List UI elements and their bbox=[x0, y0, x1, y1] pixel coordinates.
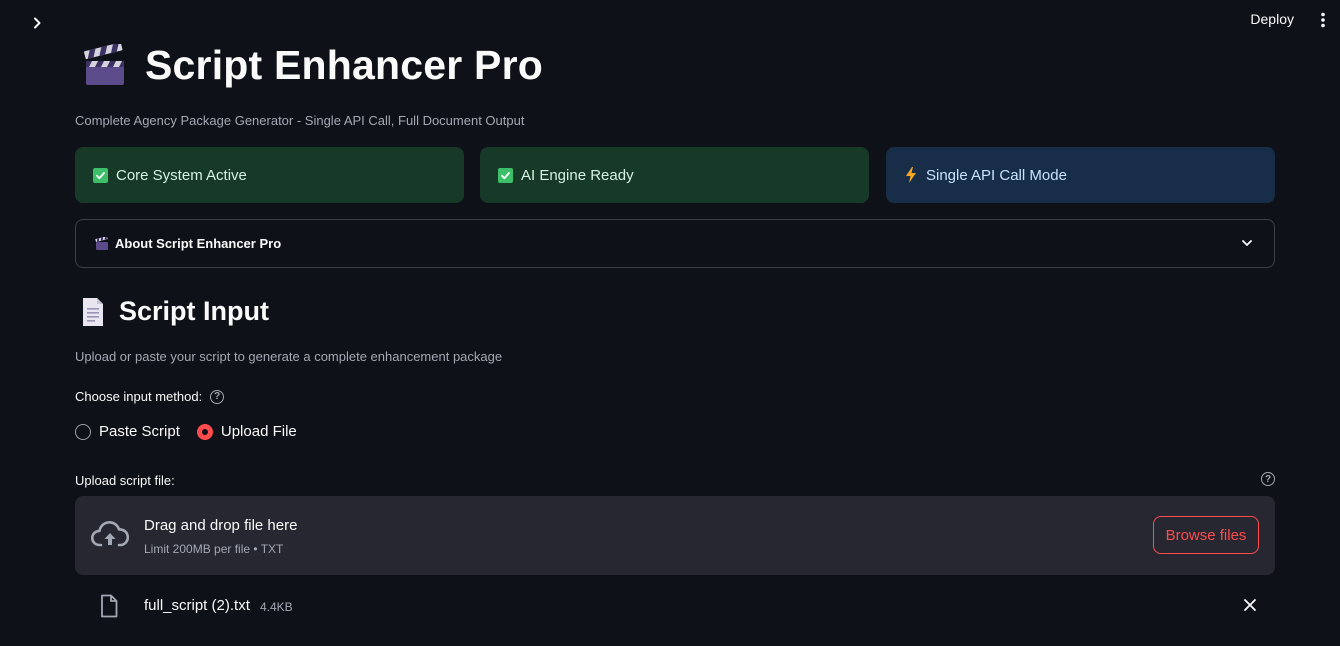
clapper-board-icon bbox=[84, 43, 124, 85]
close-icon[interactable] bbox=[1243, 598, 1257, 612]
page-title: Script Enhancer Pro bbox=[145, 42, 543, 88]
check-icon bbox=[498, 167, 513, 183]
uploaded-file-row: full_script (2).txt 4.4KB bbox=[75, 590, 1275, 624]
file-name: full_script (2).txt bbox=[144, 597, 250, 614]
deploy-button[interactable]: Deploy bbox=[1250, 11, 1294, 27]
input-method-text: Choose input method: bbox=[75, 389, 203, 404]
document-icon bbox=[83, 297, 103, 326]
about-expander[interactable]: About Script Enhancer Pro bbox=[75, 219, 1275, 268]
dropzone-instructions: Drag and drop file here bbox=[144, 517, 298, 534]
kebab-menu-icon bbox=[1321, 12, 1325, 28]
radio-upload-file[interactable]: Upload File bbox=[196, 423, 297, 440]
upload-label: Upload script file: bbox=[75, 473, 175, 488]
radio-unselected-icon bbox=[75, 423, 91, 440]
cloud-upload-icon bbox=[91, 521, 129, 547]
file-icon bbox=[101, 594, 118, 618]
file-size: 4.4KB bbox=[260, 600, 293, 614]
lightning-icon bbox=[906, 167, 916, 183]
check-icon bbox=[93, 167, 108, 183]
page-subtitle: Complete Agency Package Generator - Sing… bbox=[75, 113, 525, 128]
status-api-mode: Single API Call Mode bbox=[886, 147, 1275, 203]
radio-label: Paste Script bbox=[99, 423, 180, 440]
radio-paste-script[interactable]: Paste Script bbox=[75, 423, 180, 440]
browse-files-button[interactable]: Browse files bbox=[1153, 516, 1259, 554]
chevron-down-icon bbox=[1242, 240, 1252, 246]
chevron-right-icon bbox=[34, 17, 41, 29]
help-icon[interactable]: ? bbox=[210, 389, 225, 404]
section-description: Upload or paste your script to generate … bbox=[75, 349, 503, 364]
expander-label: About Script Enhancer Pro bbox=[115, 236, 282, 251]
section-header: Script Input bbox=[81, 296, 269, 327]
section-title: Script Input bbox=[119, 296, 269, 326]
radio-selected-icon bbox=[196, 423, 213, 440]
input-method-radio-group: Paste Script Upload File bbox=[75, 423, 297, 440]
status-label: Single API Call Mode bbox=[926, 166, 1067, 184]
status-label: Core System Active bbox=[116, 166, 247, 184]
help-icon[interactable]: ? bbox=[1261, 472, 1275, 486]
input-method-label: Choose input method: ? bbox=[75, 389, 225, 404]
page-title-row: Script Enhancer Pro bbox=[83, 42, 543, 89]
main-menu-button[interactable] bbox=[1316, 9, 1330, 31]
status-label: AI Engine Ready bbox=[521, 166, 634, 184]
radio-label: Upload File bbox=[220, 423, 297, 440]
dropzone-limit: Limit 200MB per file • TXT bbox=[144, 542, 284, 556]
clapper-icon bbox=[95, 236, 108, 250]
sidebar-expand-button[interactable] bbox=[26, 12, 48, 34]
status-core-system: Core System Active bbox=[75, 147, 464, 203]
top-bar: Deploy bbox=[0, 0, 1340, 40]
file-dropzone[interactable]: Drag and drop file here Limit 200MB per … bbox=[75, 496, 1275, 575]
status-ai-engine: AI Engine Ready bbox=[480, 147, 869, 203]
